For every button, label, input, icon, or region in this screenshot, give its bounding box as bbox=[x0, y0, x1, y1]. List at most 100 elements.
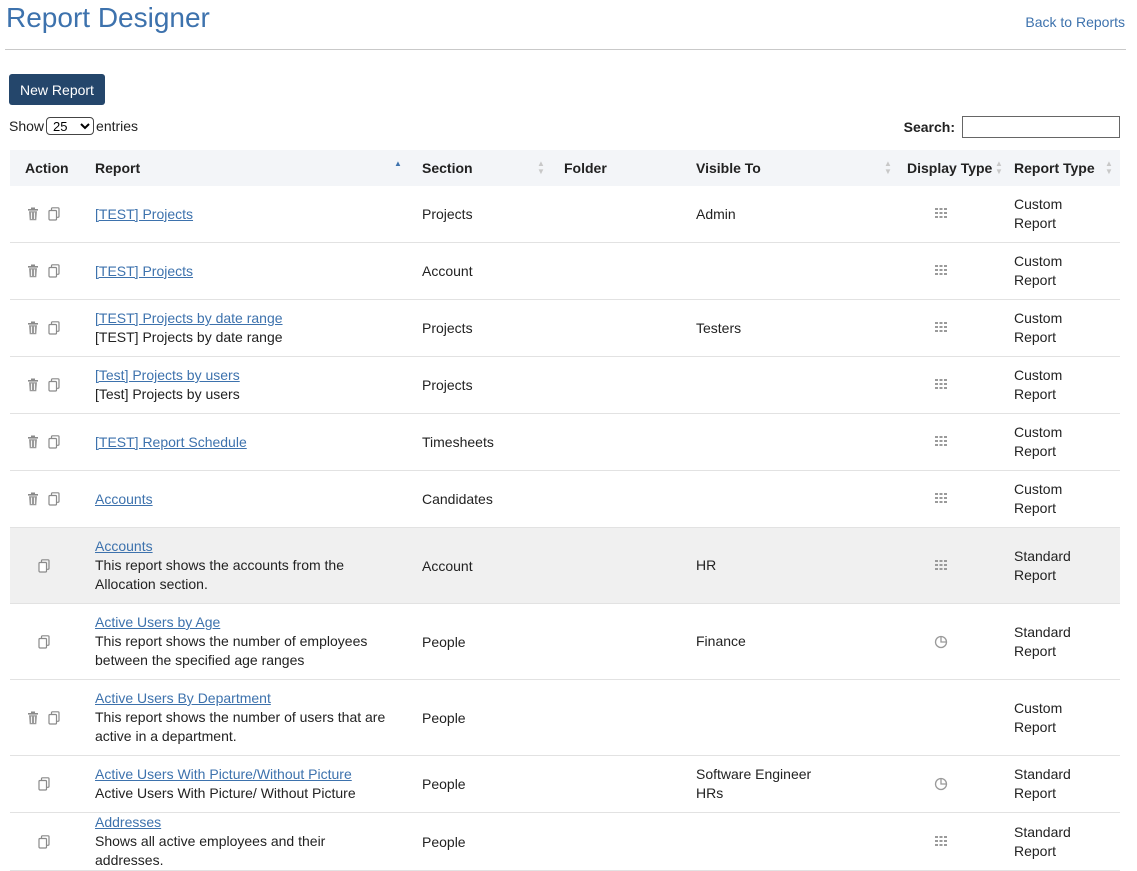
pie-chart-icon bbox=[934, 777, 948, 791]
report-link[interactable]: [TEST] Projects bbox=[95, 205, 393, 224]
column-header-display-type[interactable]: Display Type ▲ ▼ bbox=[898, 150, 1005, 186]
grid-icon bbox=[934, 207, 948, 221]
report-type-value: Report bbox=[1014, 329, 1057, 345]
section-cell: Projects bbox=[413, 186, 555, 243]
action-cell bbox=[10, 186, 86, 243]
entries-length-control: Show 25 entries bbox=[9, 117, 138, 135]
report-type-value: Report bbox=[1014, 386, 1057, 402]
report-type-value: Report bbox=[1014, 642, 1057, 659]
visible-to-cell bbox=[687, 413, 898, 471]
report-type-cell: Custom Report bbox=[1005, 299, 1120, 357]
display-type-cell bbox=[898, 470, 1005, 528]
copy-icon[interactable] bbox=[48, 435, 60, 449]
table-row: [TEST] Projects by date range [TEST] Proj… bbox=[10, 299, 1120, 357]
report-link[interactable]: [Test] Projects by users bbox=[95, 366, 393, 385]
report-cell: Active Users With Picture/Without Pictur… bbox=[86, 755, 413, 813]
report-link[interactable]: Active Users by Age bbox=[95, 613, 393, 632]
report-description: This report shows the accounts from the … bbox=[95, 557, 344, 592]
copy-icon[interactable] bbox=[48, 378, 60, 392]
copy-icon[interactable] bbox=[48, 710, 60, 725]
copy-icon[interactable] bbox=[38, 634, 50, 649]
visible-to-cell: Admin bbox=[687, 186, 898, 243]
report-type-value: Custom bbox=[1014, 196, 1063, 212]
visible-to-cell bbox=[687, 242, 898, 300]
report-link[interactable]: Addresses bbox=[95, 813, 393, 832]
visible-to-value: Admin bbox=[696, 205, 736, 222]
report-link[interactable]: [TEST] Projects by date range bbox=[95, 309, 393, 328]
grid-icon bbox=[934, 492, 948, 506]
display-type-cell bbox=[898, 603, 1005, 680]
copy-icon[interactable] bbox=[48, 264, 60, 278]
grid-icon bbox=[934, 321, 948, 335]
column-header-visible-to[interactable]: Visible To ▲ ▼ bbox=[687, 150, 898, 186]
report-link[interactable]: [TEST] Projects bbox=[95, 262, 393, 281]
new-report-button[interactable]: New Report bbox=[9, 74, 105, 105]
report-type-cell: Custom Report bbox=[1005, 470, 1120, 528]
table-row: Active Users By Department This report sh… bbox=[10, 679, 1120, 756]
page-title: Report Designer bbox=[6, 2, 210, 33]
delete-icon[interactable] bbox=[27, 711, 39, 725]
section-cell: People bbox=[413, 755, 555, 813]
delete-icon[interactable] bbox=[27, 264, 39, 278]
report-type-value: Report bbox=[1014, 443, 1057, 459]
pie-chart-icon bbox=[934, 635, 948, 649]
report-type-value: Custom bbox=[1014, 424, 1063, 440]
entries-label: entries bbox=[96, 118, 139, 134]
delete-icon[interactable] bbox=[27, 435, 39, 449]
back-to-reports-link[interactable]: Back to Reports bbox=[1025, 14, 1125, 30]
display-type-cell bbox=[898, 679, 1005, 756]
column-header-folder[interactable]: Folder bbox=[555, 150, 687, 186]
report-description: This report shows the number of employee… bbox=[95, 633, 368, 668]
visible-to-value: HR bbox=[696, 557, 717, 573]
column-header-report-type[interactable]: Report Type ▲ ▼ bbox=[1005, 150, 1120, 186]
copy-icon[interactable] bbox=[38, 834, 50, 849]
action-cell bbox=[10, 242, 86, 300]
section-cell: Candidates bbox=[413, 470, 555, 528]
action-cell bbox=[10, 527, 86, 604]
visible-to-cell: HR bbox=[687, 527, 898, 604]
visible-to-cell: Finance bbox=[687, 603, 898, 680]
table-row: Active Users With Picture/Without Pictur… bbox=[10, 755, 1120, 813]
folder-cell bbox=[555, 413, 687, 471]
report-type-value: Report bbox=[1014, 272, 1057, 288]
table-row: [TEST] Projects Account Custom Report bbox=[10, 242, 1120, 300]
report-link[interactable]: Active Users By Department bbox=[95, 689, 393, 708]
sort-asc-icon: ▲ bbox=[394, 159, 402, 168]
search-input[interactable] bbox=[962, 116, 1120, 138]
report-cell: Active Users by Age This report shows the… bbox=[86, 603, 413, 680]
copy-icon[interactable] bbox=[48, 207, 60, 221]
column-header-action[interactable]: Action bbox=[10, 150, 86, 186]
show-label: Show bbox=[9, 118, 45, 134]
display-type-cell bbox=[898, 356, 1005, 414]
delete-icon[interactable] bbox=[27, 378, 39, 392]
folder-cell bbox=[555, 242, 687, 300]
report-link[interactable]: [TEST] Report Schedule bbox=[95, 433, 393, 452]
report-link[interactable]: Accounts bbox=[95, 490, 393, 509]
copy-icon[interactable] bbox=[48, 321, 60, 335]
column-header-section[interactable]: Section ▲ ▼ bbox=[413, 150, 555, 186]
delete-icon[interactable] bbox=[27, 321, 39, 335]
action-cell bbox=[10, 413, 86, 471]
report-cell: [TEST] Report Schedule bbox=[86, 413, 413, 471]
page-header: Report Designer Back to Reports bbox=[0, 0, 1137, 50]
copy-icon[interactable] bbox=[48, 492, 60, 506]
report-type-value: Custom bbox=[1014, 253, 1063, 269]
report-type-value: Standard bbox=[1014, 823, 1071, 840]
delete-icon[interactable] bbox=[27, 207, 39, 221]
grid-icon bbox=[934, 264, 948, 278]
folder-cell bbox=[555, 356, 687, 414]
delete-icon[interactable] bbox=[27, 492, 39, 506]
report-description: Shows all active employees and their add… bbox=[95, 833, 326, 868]
column-header-report[interactable]: Report ▲ bbox=[86, 150, 413, 186]
report-cell: [TEST] Projects bbox=[86, 186, 413, 243]
report-link[interactable]: Accounts bbox=[95, 537, 393, 556]
report-type-value: Standard bbox=[1014, 623, 1071, 640]
report-link[interactable]: Active Users With Picture/Without Pictur… bbox=[95, 765, 393, 784]
entries-select[interactable]: 25 bbox=[46, 117, 95, 135]
report-type-cell: Custom Report bbox=[1005, 679, 1120, 756]
copy-icon[interactable] bbox=[38, 777, 50, 791]
report-cell: [TEST] Projects bbox=[86, 242, 413, 300]
action-cell bbox=[10, 356, 86, 414]
copy-icon[interactable] bbox=[38, 558, 50, 573]
report-cell: Accounts This report shows the accounts f… bbox=[86, 527, 413, 604]
